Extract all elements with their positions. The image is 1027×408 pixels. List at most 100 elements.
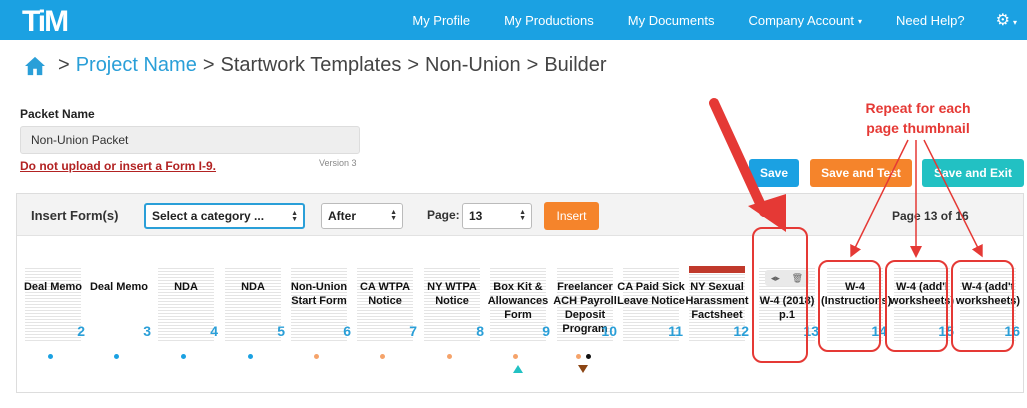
thumbnail-status-dot — [447, 354, 452, 359]
breadcrumb-separator: > — [58, 54, 70, 76]
nav-need-help[interactable]: Need Help? — [879, 13, 982, 28]
thumbnail-page-number: 11 — [668, 323, 683, 339]
chevron-down-icon: ▾ — [1012, 18, 1017, 27]
thumbnail-page-number: 5 — [277, 323, 285, 339]
thumbnail-title: Non-Union Start Form — [290, 281, 348, 307]
packet-name-label: Packet Name — [20, 107, 95, 121]
nav-menu: My Profile My Productions My Documents C… — [395, 0, 1027, 40]
insert-toolbar: Insert Form(s) Select a category ... ▲ ▼ … — [17, 194, 1023, 236]
page-thumbnail[interactable]: Freelancer ACH Payroll Deposit Program 1… — [553, 266, 617, 373]
breadcrumb-separator: > — [407, 54, 420, 76]
category-select-value: Select a category ... — [152, 209, 265, 223]
breadcrumb-separator: > — [526, 54, 539, 76]
thumbnail-title: NY WTPA Notice — [427, 281, 477, 307]
thumbnail-page-number: 3 — [143, 323, 151, 339]
thumbnail-title: CA WTPA Notice — [359, 281, 411, 307]
breadcrumb-project[interactable]: Project Name — [76, 54, 197, 77]
save-button[interactable]: Save — [749, 159, 799, 187]
thumbnail-title: Deal Memo — [23, 281, 83, 293]
page-count-label: Page 13 of 16 — [892, 209, 969, 223]
page-thumbnail[interactable]: Box Kit & Allowances Form 9 — [488, 266, 550, 373]
category-select[interactable]: Select a category ... ▲ ▼ — [144, 203, 305, 229]
insert-marker-icon — [513, 365, 523, 373]
page-select-value: 13 — [469, 209, 483, 223]
nav-company-account-label: Company Account — [748, 12, 854, 28]
thumbnail-title: NDA — [174, 281, 198, 293]
select-arrows-icon: ▲ ▼ — [519, 209, 526, 222]
thumbnail-status-dot — [380, 354, 385, 359]
select-arrows-icon: ▲ ▼ — [291, 210, 298, 223]
thumbnail-preview — [91, 266, 147, 342]
annotation-highlight-box — [885, 260, 948, 352]
breadcrumb-startwork: Startwork Templates — [220, 54, 402, 76]
gear-icon[interactable]: ⚙ ▾ — [982, 10, 1027, 30]
annotation-text: Repeat for each page thumbnail — [836, 98, 1000, 138]
page-label: Page: — [427, 208, 460, 222]
breadcrumb: > Project Name > Startwork Templates > N… — [24, 54, 607, 77]
thumbnail-page-number: 2 — [77, 323, 85, 339]
page-select[interactable]: 13 ▲ ▼ — [462, 203, 532, 229]
thumbnail-status-dot — [314, 354, 319, 359]
insert-button[interactable]: Insert — [544, 202, 599, 230]
nav-my-documents[interactable]: My Documents — [611, 13, 732, 28]
version-label: Version 3 — [319, 158, 357, 168]
thumbnail-preview — [158, 266, 214, 342]
breadcrumb-nonunion: Non-Union — [425, 54, 521, 76]
tim-logo[interactable]: TiM — [22, 5, 69, 39]
save-and-exit-button[interactable]: Save and Exit — [922, 159, 1024, 187]
thumbnail-title: Box Kit & Allowances Form — [487, 281, 549, 321]
page-thumbnail[interactable]: NY WTPA Notice 8 — [424, 266, 484, 359]
thumbnail-page-number: 10 — [601, 323, 617, 339]
annotation-line-2: page thumbnail — [866, 120, 970, 136]
page-thumbnail[interactable]: NDA 4 — [158, 266, 218, 359]
page-thumbnail[interactable]: Deal Memo 2 — [24, 266, 85, 359]
thumbnail-status-dot — [48, 354, 53, 359]
thumbnail-page-number: 8 — [476, 323, 484, 339]
thumbnail-status-dot — [576, 354, 581, 359]
thumbnail-preview — [225, 266, 281, 342]
thumbnail-status-dot — [586, 354, 591, 359]
breadcrumb-builder: Builder — [544, 54, 607, 76]
annotation-highlight-box — [752, 227, 808, 363]
position-marker-icon — [578, 365, 588, 373]
page-thumbnail[interactable]: CA WTPA Notice 7 — [357, 266, 417, 359]
nav-my-profile[interactable]: My Profile — [395, 13, 487, 28]
thumbnail-page-number: 7 — [409, 323, 417, 339]
thumbnail-status-dot — [181, 354, 186, 359]
page-thumbnail[interactable]: NDA 5 — [225, 266, 285, 359]
home-icon[interactable] — [24, 56, 46, 76]
nav-my-productions[interactable]: My Productions — [487, 13, 611, 28]
packet-name-input[interactable]: Non-Union Packet — [20, 126, 360, 154]
thumbnail-title: Deal Memo — [89, 281, 149, 293]
breadcrumb-separator: > — [202, 54, 215, 76]
thumbnail-status-dot — [114, 354, 119, 359]
save-and-test-button[interactable]: Save and Test — [810, 159, 912, 187]
thumbnail-page-number: 12 — [733, 323, 749, 339]
insert-forms-label: Insert Form(s) — [31, 208, 119, 223]
startwork-builder-page: TiM My Profile My Productions My Documen… — [0, 0, 1027, 408]
thumbnail-title: NY Sexual Harassment Factsheet — [685, 281, 749, 321]
thumbnail-page-number: 9 — [542, 323, 550, 339]
position-select[interactable]: After ▲ ▼ — [321, 203, 403, 229]
thumbnail-page-number: 6 — [343, 323, 351, 339]
annotation-highlight-box — [818, 260, 881, 352]
thumbnail-status-dot — [248, 354, 253, 359]
thumbnail-preview — [25, 266, 81, 342]
select-arrows-icon: ▲ ▼ — [390, 209, 397, 222]
i9-warning-link[interactable]: Do not upload or insert a Form I-9. — [20, 159, 216, 173]
position-select-value: After — [328, 209, 357, 223]
thumbnail-status-dot — [513, 354, 518, 359]
page-thumbnail[interactable]: CA Paid Sick Leave Notice 11 — [617, 266, 685, 342]
thumbnail-page-number: 4 — [210, 323, 218, 339]
top-navbar: TiM My Profile My Productions My Documen… — [0, 0, 1027, 40]
page-thumbnail[interactable]: NY Sexual Harassment Factsheet 12 — [686, 266, 749, 342]
chevron-down-icon: ▾ — [857, 16, 862, 26]
page-thumbnail[interactable]: Deal Memo 3 — [90, 266, 151, 359]
gear-icon-glyph: ⚙ — [995, 12, 1010, 29]
thumbnail-title: NDA — [241, 281, 265, 293]
nav-company-account[interactable]: Company Account ▾ — [731, 13, 879, 28]
annotation-highlight-box — [951, 260, 1014, 352]
thumbnail-title: CA Paid Sick Leave Notice — [617, 281, 685, 307]
annotation-line-1: Repeat for each — [865, 100, 971, 116]
page-thumbnail[interactable]: Non-Union Start Form 6 — [291, 266, 351, 359]
